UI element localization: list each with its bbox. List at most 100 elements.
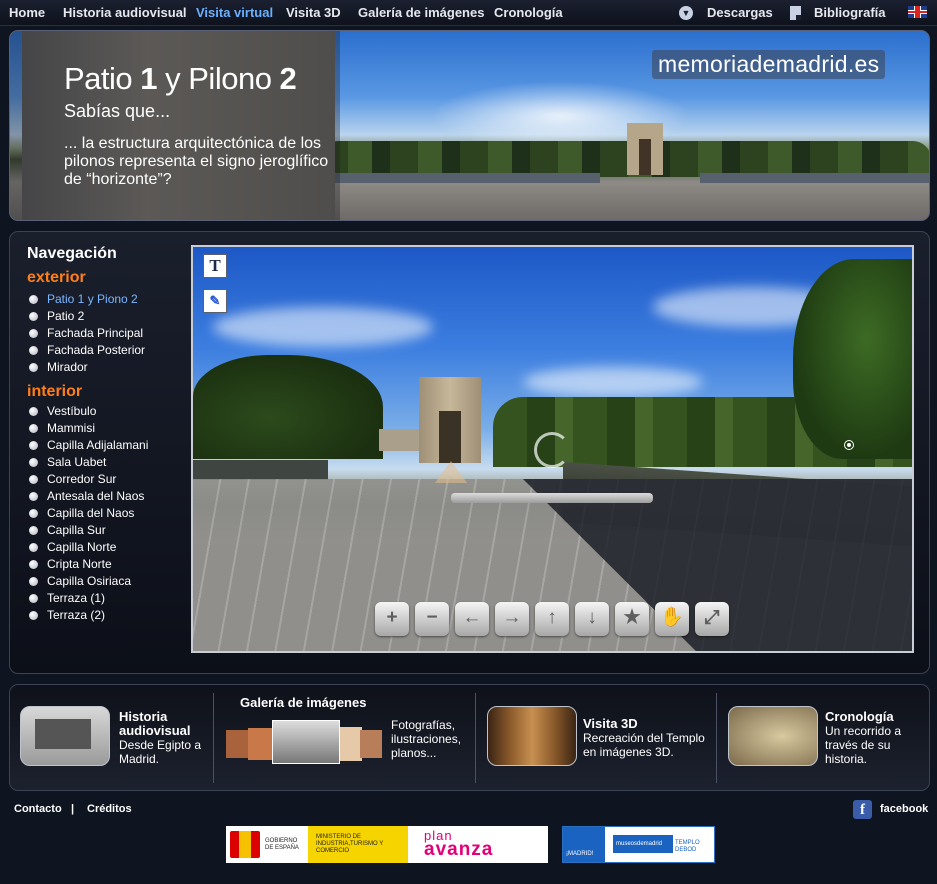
galeria-thumb-main bbox=[272, 720, 340, 764]
nav-item-terraza-1[interactable]: Terraza (1) bbox=[27, 590, 148, 607]
footer-separator: | bbox=[71, 803, 75, 815]
nav-item-vestibulo[interactable]: Vestíbulo bbox=[27, 403, 148, 420]
brand-logo[interactable]: memoriademadrid.es bbox=[652, 50, 886, 79]
facebook-icon[interactable]: f bbox=[853, 800, 872, 819]
madrid-logo: ¡MADRID! bbox=[563, 827, 605, 862]
nav-item-fachada-posterior[interactable]: Fachada Posterior bbox=[27, 342, 145, 359]
banner-trees bbox=[320, 141, 929, 177]
madrid-text: ¡MADRID! bbox=[566, 851, 594, 857]
nav-visita-3d[interactable]: Visita 3D bbox=[286, 5, 341, 20]
madrid-logos[interactable]: ¡MADRID! museosdemadrid TEMPLO DEBOD bbox=[562, 826, 715, 863]
visita3d-text: Recreación del Templo en imágenes 3D. bbox=[583, 731, 705, 759]
cronologia-thumbnail[interactable] bbox=[728, 706, 818, 766]
main-panel: Navegación exterior Patio 1 y Piono 2 Pa… bbox=[9, 231, 930, 674]
footer-creditos-link[interactable]: Créditos bbox=[87, 803, 132, 815]
compass-button[interactable]: ✎ bbox=[203, 289, 227, 313]
pond-left bbox=[193, 460, 328, 480]
zoom-in-button[interactable]: + bbox=[375, 602, 409, 636]
loading-bar bbox=[451, 493, 653, 503]
document-icon[interactable] bbox=[790, 6, 801, 20]
pan-right-button[interactable]: → bbox=[495, 602, 529, 636]
nav-visita-virtual[interactable]: Visita virtual bbox=[196, 5, 273, 20]
nav-item-mirador[interactable]: Mirador bbox=[27, 359, 145, 376]
nav-item-sala-uabet[interactable]: Sala Uabet bbox=[27, 454, 148, 471]
plan-avanza-logo: plan avanza bbox=[408, 826, 548, 863]
banner-overlay bbox=[10, 31, 340, 220]
nav-item-mammisi[interactable]: Mammisi bbox=[27, 420, 148, 437]
ruin-shape bbox=[35, 719, 91, 749]
nav-item-capilla-osiriaca[interactable]: Capilla Osiriaca bbox=[27, 573, 148, 590]
nav-item-antesala-naos[interactable]: Antesala del Naos bbox=[27, 488, 148, 505]
temple-wall bbox=[379, 429, 419, 451]
exterior-list: Patio 1 y Piono 2 Patio 2 Fachada Princi… bbox=[27, 291, 145, 376]
drag-mode-button[interactable]: ✋ bbox=[655, 602, 689, 636]
nav-galeria-imagenes[interactable]: Galería de imágenes bbox=[358, 5, 484, 20]
nav-item-cripta-norte[interactable]: Cripta Norte bbox=[27, 556, 148, 573]
divider bbox=[475, 693, 476, 783]
interior-list: Vestíbulo Mammisi Capilla Adijalamani Sa… bbox=[27, 403, 148, 624]
visita3d-thumbnail[interactable] bbox=[487, 706, 577, 766]
nav-item-capilla-norte[interactable]: Capilla Norte bbox=[27, 539, 148, 556]
nav-descargas[interactable]: Descargas bbox=[707, 5, 773, 20]
hotspot-icon[interactable] bbox=[844, 440, 854, 450]
nav-item-patio-1[interactable]: Patio 1 y Piono 2 bbox=[27, 291, 145, 308]
download-icon[interactable]: ▼ bbox=[679, 6, 693, 20]
nav-item-patio-2[interactable]: Patio 2 bbox=[27, 308, 145, 325]
facebook-link[interactable]: facebook bbox=[880, 803, 928, 815]
banner-fact: ... la estructura arquitectónica de los … bbox=[64, 135, 329, 188]
uk-flag-icon[interactable] bbox=[908, 6, 927, 18]
pan-left-button[interactable]: ← bbox=[455, 602, 489, 636]
sponsor-logos[interactable]: GOBIERNO DE ESPAÑA MINISTERIO DE INDUSTR… bbox=[226, 826, 548, 863]
gobierno-espana-logo: GOBIERNO DE ESPAÑA bbox=[226, 826, 308, 863]
favorite-button[interactable]: ★ bbox=[615, 602, 649, 636]
top-navigation: Home Historia audiovisual Visita virtual… bbox=[0, 0, 937, 26]
nav-item-corredor-sur[interactable]: Corredor Sur bbox=[27, 471, 148, 488]
avanza-text: avanza bbox=[424, 839, 494, 860]
pan-down-button[interactable]: ↓ bbox=[575, 602, 609, 636]
visita3d-title[interactable]: Visita 3D bbox=[583, 717, 638, 731]
museos-madrid-logo: museosdemadrid bbox=[613, 835, 673, 853]
exterior-heading: exterior bbox=[27, 269, 86, 286]
fullscreen-button[interactable]: ⤢ bbox=[695, 602, 729, 636]
nav-item-capilla-adijalamani[interactable]: Capilla Adijalamani bbox=[27, 437, 148, 454]
feature-strip: Historia audiovisual Desde Egipto a Madr… bbox=[9, 684, 930, 791]
panorama-viewer[interactable]: T ✎ + − ← → ↑ ↓ ★ ✋ ⤢ bbox=[191, 245, 914, 653]
museo-text: museosdemadrid bbox=[616, 841, 663, 847]
historia-thumbnail[interactable] bbox=[20, 706, 110, 766]
navigation-arrow-icon[interactable] bbox=[435, 461, 467, 483]
templo-debod-text: TEMPLO DEBOD bbox=[675, 840, 700, 853]
galeria-thumb bbox=[360, 730, 382, 758]
trees-left bbox=[193, 355, 383, 459]
temple-gate bbox=[419, 377, 481, 463]
nav-bibliografia[interactable]: Bibliografía bbox=[814, 5, 886, 20]
banner-pond bbox=[330, 173, 600, 183]
interior-heading: interior bbox=[27, 383, 83, 400]
historia-text: Desde Egipto a Madrid. bbox=[119, 738, 202, 766]
cronologia-title[interactable]: Cronología bbox=[825, 710, 894, 724]
cloud bbox=[523, 367, 703, 397]
divider bbox=[716, 693, 717, 783]
ministerio-text: MINISTERIO DE INDUSTRIA,TURISMO Y COMERC… bbox=[316, 834, 384, 854]
nav-home[interactable]: Home bbox=[9, 5, 45, 20]
loading-spinner-icon bbox=[534, 432, 570, 468]
nav-item-capilla-sur[interactable]: Capilla Sur bbox=[27, 522, 148, 539]
zoom-out-button[interactable]: − bbox=[415, 602, 449, 636]
header-banner: Patio 1 y Pilono 2 Sabías que... ... la … bbox=[9, 30, 930, 221]
gobierno-text: GOBIERNO DE ESPAÑA bbox=[265, 838, 299, 851]
nav-historia-audiovisual[interactable]: Historia audiovisual bbox=[63, 5, 187, 20]
pan-up-button[interactable]: ↑ bbox=[535, 602, 569, 636]
nav-item-terraza-2[interactable]: Terraza (2) bbox=[27, 607, 148, 624]
galeria-carousel[interactable] bbox=[226, 720, 382, 764]
nav-item-capilla-naos[interactable]: Capilla del Naos bbox=[27, 505, 148, 522]
nav-item-fachada-principal[interactable]: Fachada Principal bbox=[27, 325, 145, 342]
footer-contacto-link[interactable]: Contacto bbox=[14, 803, 62, 815]
navigation-title: Navegación bbox=[27, 245, 117, 262]
banner-sabias: Sabías que... bbox=[64, 101, 171, 121]
text-toggle-button[interactable]: T bbox=[203, 254, 227, 278]
galeria-thumb bbox=[226, 730, 250, 758]
banner-temple bbox=[627, 123, 663, 175]
nav-cronologia[interactable]: Cronología bbox=[494, 5, 563, 20]
galeria-title[interactable]: Galería de imágenes bbox=[240, 696, 366, 710]
galeria-thumb bbox=[340, 727, 362, 761]
historia-title[interactable]: Historia audiovisual bbox=[119, 710, 209, 738]
